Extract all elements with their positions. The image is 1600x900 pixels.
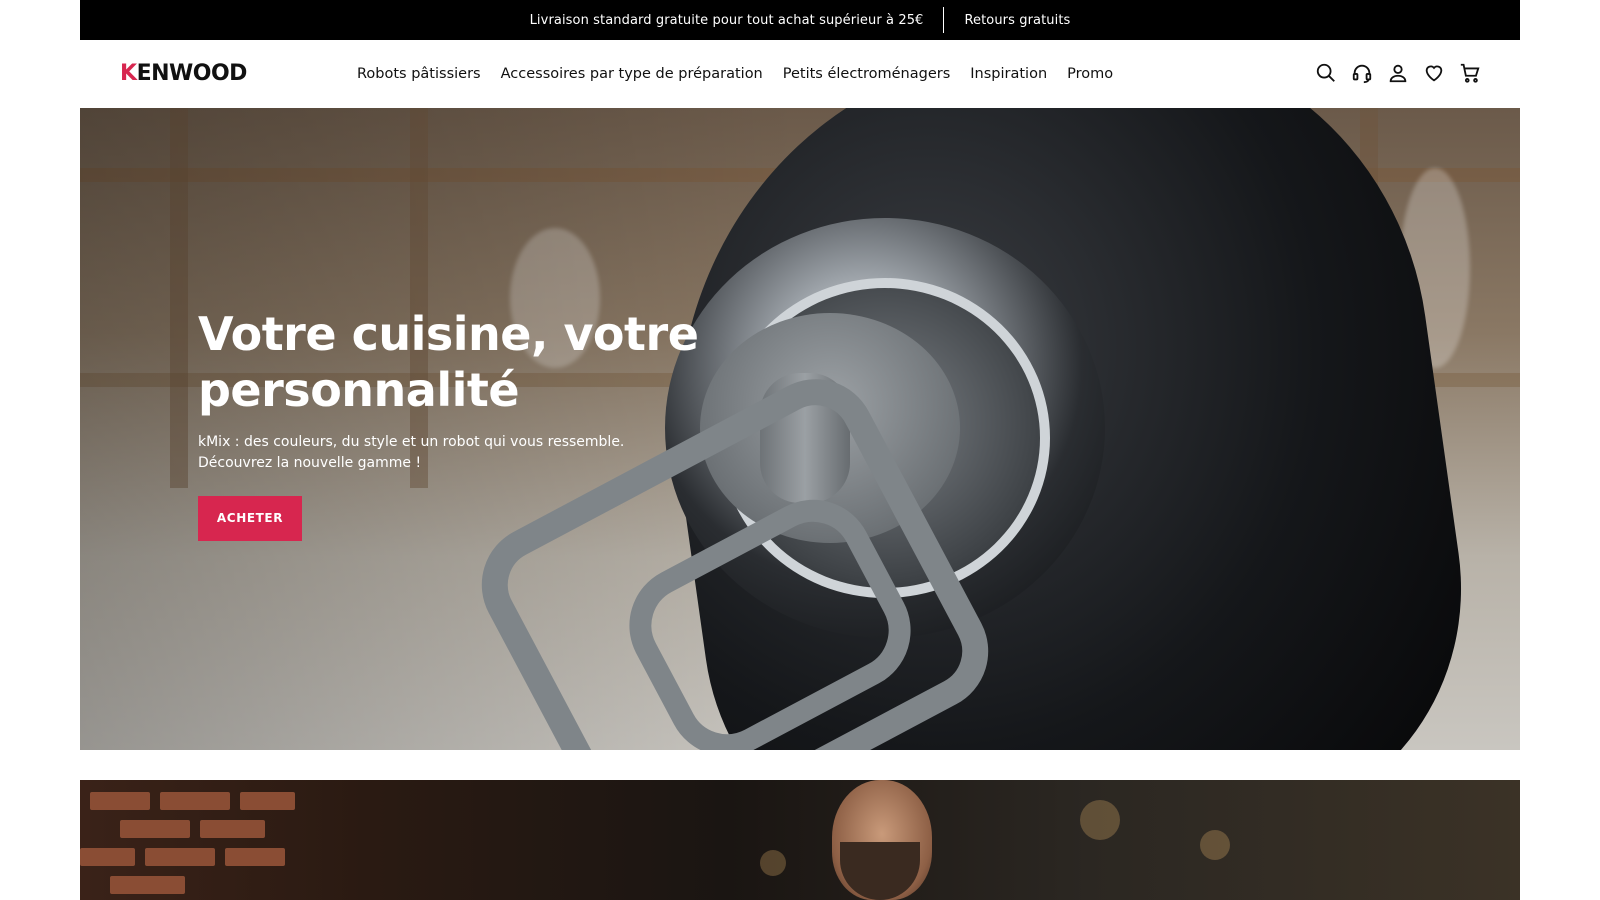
cart-icon[interactable] — [1458, 61, 1482, 85]
announcement-bar: Livraison standard gratuite pour tout ac… — [80, 0, 1520, 40]
free-returns-message[interactable]: Retours gratuits — [944, 13, 1090, 28]
free-shipping-message[interactable]: Livraison standard gratuite pour tout ac… — [510, 13, 944, 28]
site-header: KENWOOD Robots pâtissiers Accessoires pa… — [80, 40, 1520, 108]
hero-title: Votre cuisine, votre personnalité — [198, 307, 699, 417]
wishlist-heart-icon[interactable] — [1422, 61, 1446, 85]
brick — [240, 792, 295, 810]
nav-accessoires[interactable]: Accessoires par type de préparation — [501, 66, 763, 82]
hero-text-block: Votre cuisine, votre personnalité kMix :… — [198, 306, 758, 541]
brick — [225, 848, 285, 866]
hero-subtitle-line1: kMix : des couleurs, du style et un robo… — [198, 434, 625, 450]
logo-rest: ENWOOD — [136, 61, 248, 86]
account-icon[interactable] — [1386, 61, 1410, 85]
background-bokeh — [1200, 830, 1230, 860]
secondary-banner[interactable] — [80, 780, 1520, 900]
hero-banner[interactable]: Votre cuisine, votre personnalité kMix :… — [80, 108, 1520, 750]
brick — [80, 848, 135, 866]
hero-subtitle: kMix : des couleurs, du style et un robo… — [198, 432, 758, 474]
header-icons — [1302, 61, 1482, 85]
kenwood-logo[interactable]: KENWOOD — [120, 62, 247, 86]
main-nav: Robots pâtissiers Accessoires par type d… — [357, 40, 1133, 108]
nav-inspiration[interactable]: Inspiration — [970, 66, 1047, 82]
acheter-button[interactable]: ACHETER — [198, 496, 302, 541]
page: Livraison standard gratuite pour tout ac… — [80, 0, 1520, 900]
nav-petits-electromenagers[interactable]: Petits électroménagers — [783, 66, 951, 82]
brick — [200, 820, 265, 838]
logo-initial: K — [120, 61, 137, 86]
background-bokeh — [760, 850, 786, 876]
hero-subtitle-line2: Découvrez la nouvelle gamme ! — [198, 455, 422, 471]
brick — [145, 848, 215, 866]
background-bokeh — [1080, 800, 1120, 840]
brick — [120, 820, 190, 838]
brick — [110, 876, 185, 894]
support-headset-icon[interactable] — [1350, 61, 1374, 85]
search-icon[interactable] — [1314, 61, 1338, 85]
brick — [90, 792, 150, 810]
nav-robots-patissiers[interactable]: Robots pâtissiers — [357, 66, 481, 82]
nav-promo[interactable]: Promo — [1067, 66, 1113, 82]
brick — [160, 792, 230, 810]
